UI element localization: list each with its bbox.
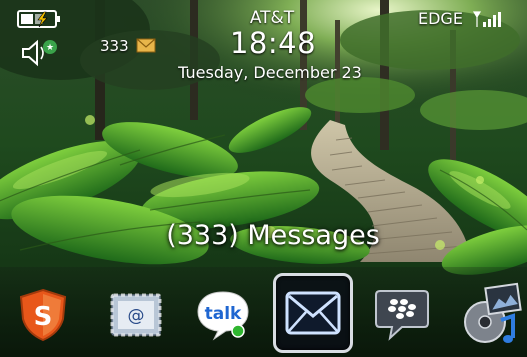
clock-time: 18:48 [229, 26, 317, 60]
home-screen: ★ 333 AT&T 18:48 Tuesday, December 23 ED… [0, 0, 527, 357]
media-icon [464, 282, 522, 343]
carrier-name: AT&T [249, 8, 295, 28]
focused-app-label: (333) Messages [166, 220, 380, 251]
battery-charging-icon [17, 10, 60, 28]
security-shield-label: S [34, 302, 53, 332]
date-text: Tuesday, December 23 [178, 63, 362, 82]
google-talk-icon: talk [197, 291, 249, 341]
blackberry-messenger-icon [375, 290, 429, 341]
network-type: EDGE [418, 9, 463, 28]
dock-item-messages[interactable] [273, 273, 353, 353]
email-setup-label: @ [128, 306, 145, 326]
dock-item-email-setup[interactable]: @ [96, 275, 176, 355]
speaker-icon: ★ [22, 39, 57, 67]
svg-text:★: ★ [46, 43, 54, 53]
envelope-icon [136, 38, 156, 53]
google-talk-label: talk [205, 304, 242, 324]
signal-strength-icon [472, 11, 501, 27]
dock-item-blackberry-messenger[interactable] [362, 275, 442, 355]
dock-item-media[interactable] [452, 275, 527, 355]
email-setup-icon: @ [110, 293, 162, 337]
app-dock: S @ talk [0, 267, 527, 357]
security-shield-icon: S [19, 288, 67, 342]
messages-icon [285, 291, 341, 335]
dock-item-google-talk[interactable]: talk [183, 275, 263, 355]
dock-item-security[interactable]: S [3, 275, 83, 355]
unread-message-count: 333 [100, 37, 129, 55]
